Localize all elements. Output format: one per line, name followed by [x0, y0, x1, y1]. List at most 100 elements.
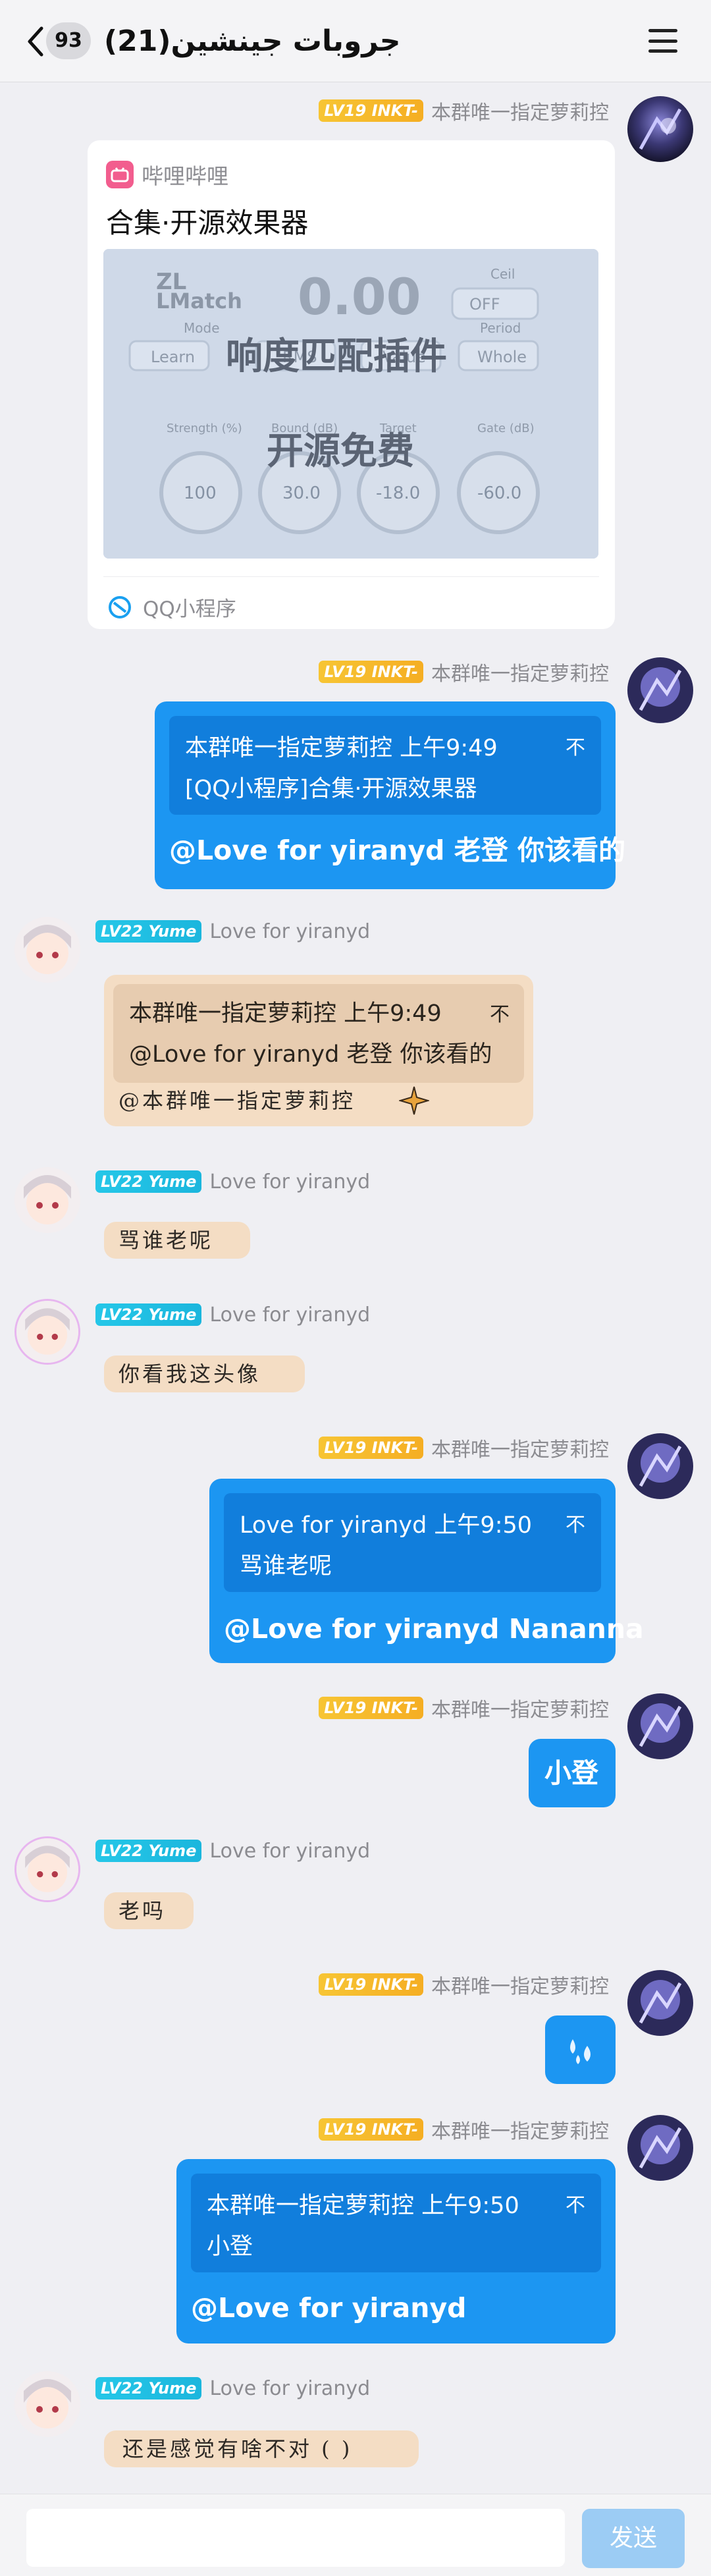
quoted-message[interactable]: Love for yiranyd 上午9:50 骂谁老呢 不: [224, 1493, 601, 1592]
message-text: 骂谁老呢: [118, 1228, 214, 1253]
message-bubble-reply[interactable]: 本群唯一指定萝莉控 上午9:49 [QQ小程序]合集·开源效果器 不 @Love…: [155, 701, 625, 889]
avatar-other[interactable]: [14, 1299, 80, 1365]
thumb-mode-label: Mode: [184, 320, 220, 336]
thumb-plugin-name-2: LMatch: [156, 288, 242, 314]
sender-name[interactable]: 本群唯一指定萝莉控: [431, 96, 609, 125]
hamburger-menu-icon[interactable]: [646, 26, 679, 55]
quote-header: 本群唯一指定萝莉控 上午9:49: [129, 1000, 442, 1027]
sender-row: LV19 INKT- 本群唯一指定萝莉控: [319, 1970, 609, 1999]
avatar-self[interactable]: [627, 96, 693, 162]
message-bubble[interactable]: 还是感觉有啥不对 ( ): [104, 2430, 419, 2467]
sender-row: LV19 INKT- 本群唯一指定萝莉控: [319, 1693, 609, 1722]
avatar-self[interactable]: [627, 1693, 693, 1759]
quote-header: Love for yiranyd 上午9:50: [240, 1512, 533, 1539]
sender-row: LV19 INKT- 本群唯一指定萝莉控: [319, 1433, 609, 1462]
sender-name[interactable]: Love for yiranyd: [209, 1840, 370, 1863]
thumb-ceil-label: Ceil: [490, 266, 515, 282]
bilibili-icon: [106, 161, 134, 188]
thumb-strength-label: Strength (%): [167, 422, 242, 435]
card-footer: QQ小程序: [107, 592, 236, 622]
card-footer-label: QQ小程序: [143, 597, 236, 621]
mini-program-card[interactable]: 哔哩哔哩 合集·开源效果器 ZL LMatch 0.00 Ceil OFF Mo…: [88, 140, 615, 629]
avatar-self[interactable]: [627, 2115, 693, 2181]
message-bubble[interactable]: [545, 2015, 616, 2084]
message-bubble[interactable]: 老吗: [104, 1892, 194, 1929]
avatar-other[interactable]: [14, 1836, 80, 1902]
chat-header: 93 جروبات جينشين(21): [0, 0, 711, 82]
level-badge: LV22 Yume: [95, 1170, 202, 1193]
level-badge: LV19 INKT-: [319, 661, 423, 683]
level-badge: LV22 Yume: [95, 2377, 202, 2399]
sender-row: LV19 INKT- 本群唯一指定萝莉控: [319, 657, 609, 686]
message-bubble-reply[interactable]: 本群唯一指定萝莉控 上午9:50 小登 不 @Love for yiranyd: [176, 2159, 616, 2343]
level-badge: LV19 INKT-: [319, 1437, 423, 1459]
thumb-learn-label: Learn: [151, 348, 196, 366]
thumb-gate-label: Gate (dB): [477, 422, 535, 435]
sender-name[interactable]: 本群唯一指定萝莉控: [431, 1433, 609, 1462]
sweat-drops-emoji: [570, 2039, 591, 2064]
message-bubble[interactable]: 骂谁老呢: [104, 1222, 250, 1259]
quoted-message[interactable]: 本群唯一指定萝莉控 上午9:50 小登 不: [191, 2174, 601, 2272]
card-title: 合集·开源效果器: [106, 207, 309, 239]
sender-row: LV22 Yume Love for yiranyd: [95, 1170, 370, 1193]
avatar-other[interactable]: [14, 1167, 80, 1233]
message-bubble-reply[interactable]: 本群唯一指定萝莉控 上午9:49 @Love for yiranyd 老登 你该…: [104, 975, 533, 1126]
pin-icon: 不: [490, 1003, 510, 1026]
level-badge: LV19 INKT-: [319, 1973, 423, 1996]
thumb-knob-value: 30.0: [282, 483, 321, 503]
thumb-knob-value: 100: [184, 483, 217, 503]
quoted-message[interactable]: 本群唯一指定萝莉控 上午9:49 [QQ小程序]合集·开源效果器 不: [169, 716, 601, 815]
message-text: @Love for yiranyd: [191, 2292, 467, 2324]
sender-row: LV22 Yume Love for yiranyd: [95, 2376, 370, 2400]
pin-icon: 不: [566, 736, 585, 759]
mini-program-icon: [109, 595, 131, 618]
message-bubble[interactable]: 小登: [529, 1739, 616, 1807]
thumb-period-label: Period: [480, 320, 521, 336]
sender-name[interactable]: Love for yiranyd: [209, 920, 370, 943]
quoted-message[interactable]: 本群唯一指定萝莉控 上午9:49 @Love for yiranyd 老登 你该…: [113, 984, 524, 1083]
thumb-knob-value: -18.0: [376, 483, 421, 503]
message-text: 你看我这头像: [118, 1361, 261, 1386]
quote-body: 骂谁老呢: [240, 1553, 332, 1579]
avatar-self[interactable]: [627, 1970, 693, 2036]
message-bubble-reply[interactable]: Love for yiranyd 上午9:50 骂谁老呢 不 @Love for…: [209, 1479, 644, 1663]
sender-row: LV22 Yume Love for yiranyd: [95, 1303, 370, 1327]
sender-name[interactable]: 本群唯一指定萝莉控: [431, 657, 609, 686]
unread-count-badge[interactable]: 93: [46, 22, 91, 59]
sender-name[interactable]: Love for yiranyd: [209, 1170, 370, 1193]
thumb-off-label: OFF: [469, 295, 500, 314]
card-divider: [103, 576, 599, 577]
thumb-big-value: 0.00: [298, 267, 421, 326]
send-button[interactable]: 发送: [582, 2509, 685, 2568]
card-thumbnail: ZL LMatch 0.00 Ceil OFF Mode Period Lear…: [103, 249, 598, 559]
avatar-self[interactable]: [627, 657, 693, 723]
sender-row: LV22 Yume Love for yiranyd: [95, 1839, 370, 1863]
sender-name[interactable]: 本群唯一指定萝莉控: [431, 2115, 609, 2144]
message-text: 小登: [544, 1757, 598, 1789]
avatar-other[interactable]: [14, 2371, 80, 2437]
sender-name[interactable]: 本群唯一指定萝莉控: [431, 1970, 609, 1999]
sparkle-icon: [399, 1086, 429, 1115]
sender-name[interactable]: Love for yiranyd: [209, 1303, 370, 1327]
message-text: @本群唯一指定萝莉控: [118, 1088, 356, 1113]
sender-row: LV19 INKT- 本群唯一指定萝莉控: [319, 96, 609, 125]
pin-icon: 不: [566, 2194, 585, 2217]
thumb-whole-label: Whole: [477, 348, 527, 366]
level-badge: LV22 Yume: [95, 920, 202, 943]
thumb-knob-value: -60.0: [477, 483, 522, 503]
sender-name[interactable]: 本群唯一指定萝莉控: [431, 1693, 609, 1722]
quote-body: 小登: [207, 2233, 253, 2260]
sender-row: LV22 Yume Love for yiranyd: [95, 919, 370, 943]
sender-name[interactable]: Love for yiranyd: [209, 2377, 370, 2400]
thumb-overlay-title: 响度匹配插件: [226, 335, 447, 378]
message-text: 还是感觉有啥不对 ( ): [122, 2436, 353, 2461]
card-source: 哔哩哔哩: [106, 160, 228, 189]
composer-bar: 发送: [0, 2494, 711, 2576]
message-input[interactable]: [26, 2509, 565, 2567]
message-text: 老吗: [118, 1898, 167, 1923]
level-badge: LV22 Yume: [95, 1303, 202, 1326]
avatar-other[interactable]: [14, 917, 80, 983]
sender-row: LV19 INKT- 本群唯一指定萝莉控: [319, 2115, 609, 2144]
avatar-self[interactable]: [627, 1433, 693, 1499]
message-bubble[interactable]: 你看我这头像: [104, 1356, 305, 1392]
